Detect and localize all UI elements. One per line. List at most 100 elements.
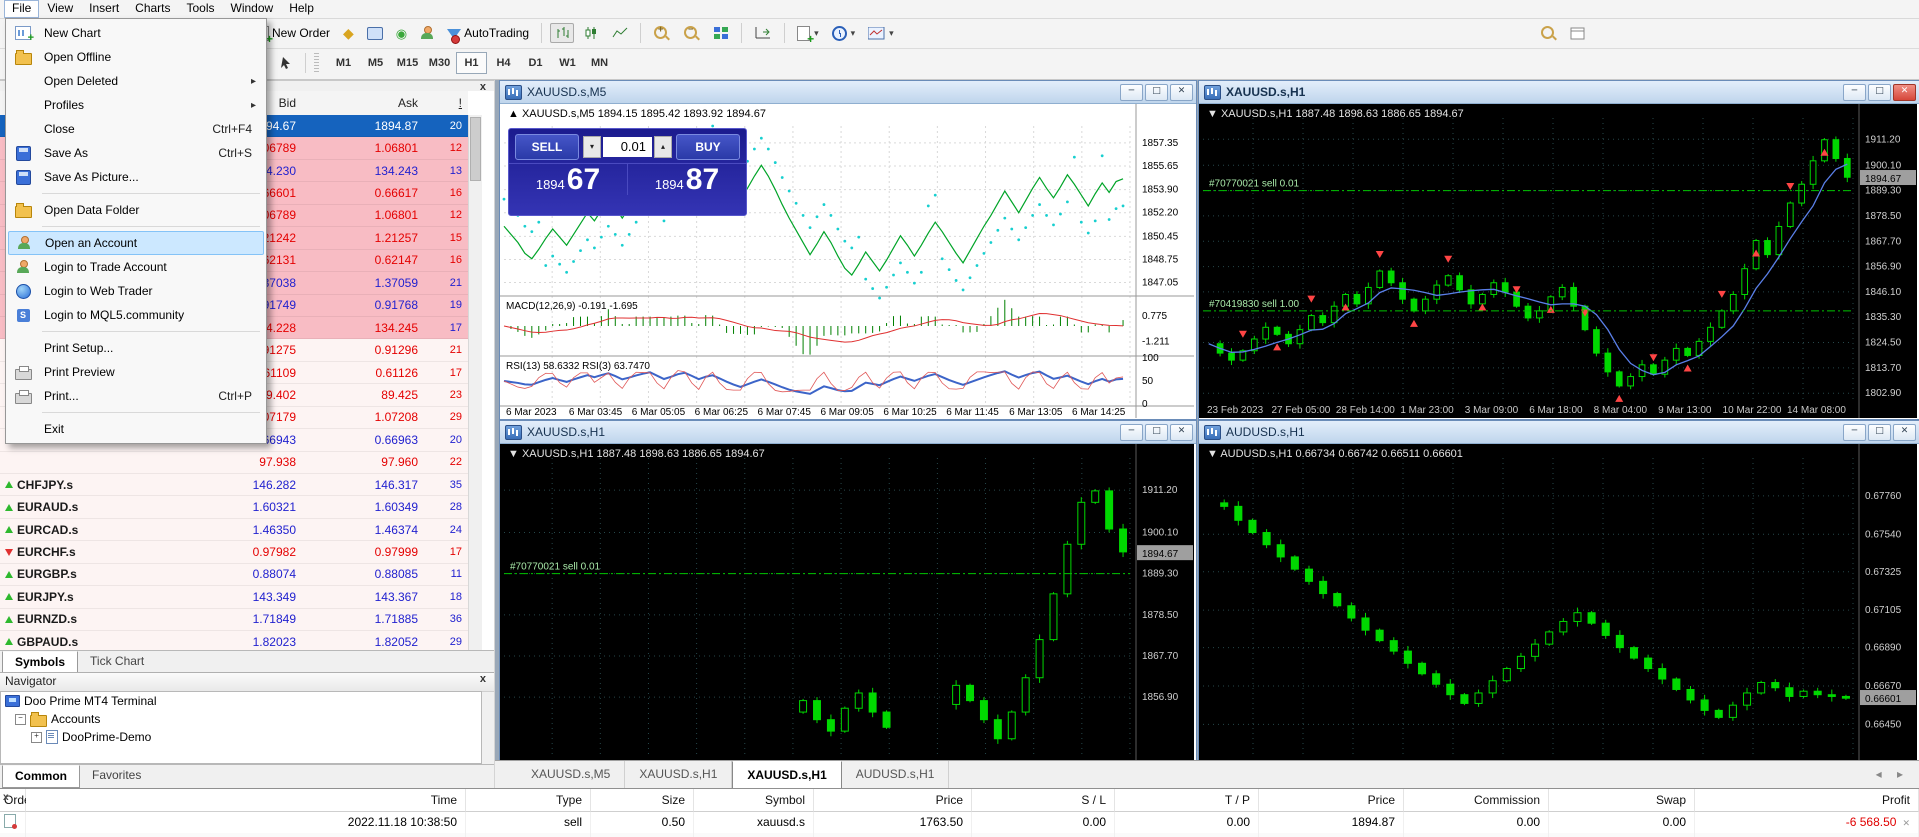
timeframe-d1[interactable]: D1 (520, 52, 551, 74)
timeframe-w1[interactable]: W1 (552, 52, 583, 74)
menu-help[interactable]: Help (281, 0, 322, 18)
zoom-in-button[interactable]: + (649, 22, 674, 45)
chart-shift-button[interactable] (750, 23, 776, 43)
menu-insert[interactable]: Insert (81, 0, 127, 18)
chart-window-audusd-h1[interactable]: AUDUSD.s,H1 ─ □ ✕ 0.677600.675400.673250… (1198, 420, 1919, 762)
tree-item-accounts[interactable]: −Accounts (1, 710, 481, 728)
file-menu-item-exit[interactable]: Exit (8, 417, 264, 441)
account-settings-button[interactable] (416, 23, 438, 43)
market-watch-row[interactable]: EURNZD.s1.718491.7188536 (0, 609, 468, 631)
market-watch-button[interactable]: ◆ (339, 23, 358, 43)
timeframe-m30[interactable]: M30 (424, 52, 455, 74)
market-watch-scrollbar[interactable] (468, 115, 482, 651)
terminal-order-row-partial[interactable] (0, 833, 1919, 837)
tab-favorites[interactable]: Favorites (80, 765, 153, 788)
autotrading-button[interactable]: AutoTrading (443, 23, 533, 43)
minimize-button[interactable]: ─ (1120, 84, 1143, 101)
templates-button[interactable]: ▾ (864, 24, 898, 43)
chart-window-xauusd-h1-top[interactable]: XAUUSD.s,H1 ─ □ ✕ 1911.201900.101889.301… (1198, 80, 1919, 420)
column-header-ask[interactable]: Ask (308, 96, 430, 110)
menu-view[interactable]: View (39, 0, 81, 18)
buy-button[interactable]: BUY (676, 134, 740, 160)
market-watch-row[interactable]: CHFJPY.s146.282146.31735 (0, 474, 468, 496)
toolbar-grip[interactable] (314, 53, 319, 73)
data-window-button[interactable] (363, 23, 387, 43)
zoom-out-button[interactable]: − (679, 22, 704, 45)
file-menu-item-login-to-trade-account[interactable]: Login to Trade Account (8, 255, 264, 279)
menu-file[interactable]: File (4, 0, 39, 18)
close-icon[interactable]: x (480, 81, 486, 93)
chart-tab-2[interactable]: XAUUSD.s,H1 (732, 761, 841, 789)
file-menu-item-print-preview[interactable]: Print Preview (8, 360, 264, 384)
expand-icon[interactable]: + (31, 732, 42, 743)
chart-canvas-xauusd-h1[interactable]: 1911.201900.101889.301878.501867.701856.… (1199, 104, 1917, 418)
timeframe-m1[interactable]: M1 (328, 52, 359, 74)
terminal-column-profit[interactable]: Profit (1695, 789, 1919, 812)
chart-window-titlebar[interactable]: XAUUSD.s,H1 ─ □ ✕ (500, 421, 1196, 444)
restore-button[interactable]: □ (1868, 84, 1891, 101)
file-menu-item-open-offline[interactable]: Open Offline (8, 45, 264, 69)
restore-button[interactable]: □ (1145, 424, 1168, 441)
volume-input[interactable]: 0.01 (603, 137, 652, 157)
file-menu-item-print-setup[interactable]: Print Setup... (8, 336, 264, 360)
file-menu-item-open-data-folder[interactable]: Open Data Folder (8, 198, 264, 222)
restore-button[interactable]: □ (1868, 424, 1891, 441)
terminal-column-price[interactable]: Price (1259, 789, 1404, 812)
file-menu-item-login-to-mql5-community[interactable]: SLogin to MQL5.community (8, 303, 264, 327)
window-list-button[interactable] (1566, 24, 1589, 43)
terminal-column-symbol[interactable]: Symbol (694, 789, 814, 812)
collapse-icon[interactable]: − (15, 714, 26, 725)
market-watch-row[interactable]: EURCAD.s1.463501.4637424 (0, 519, 468, 541)
chart-canvas-xauusd-h1-2[interactable]: 1911.201900.101889.301878.501867.701856.… (500, 444, 1194, 760)
terminal-column-commission[interactable]: Commission (1404, 789, 1549, 812)
menu-window[interactable]: Window (223, 0, 282, 18)
file-menu-item-profiles[interactable]: Profiles▸ (8, 93, 264, 117)
timeframe-mn[interactable]: MN (584, 52, 615, 74)
chart-window-titlebar[interactable]: AUDUSD.s,H1 ─ □ ✕ (1199, 421, 1919, 444)
signals-button[interactable]: ◉ (392, 24, 411, 43)
file-menu-item-open-deleted[interactable]: Open Deleted▸ (8, 69, 264, 93)
chart-tab-0[interactable]: XAUUSD.s,M5 (517, 761, 625, 789)
terminal-column-s-l[interactable]: S / L (972, 789, 1115, 812)
volume-increase-button[interactable]: ▴ (654, 136, 672, 158)
minimize-button[interactable]: ─ (1843, 84, 1866, 101)
bar-chart-mode-button[interactable] (550, 23, 574, 43)
file-menu-item-close[interactable]: CloseCtrl+F4 (8, 117, 264, 141)
buy-price[interactable]: 1894 87 (628, 163, 746, 195)
tree-item-doo-prime-mt4-terminal[interactable]: Doo Prime MT4 Terminal (1, 692, 481, 710)
column-header-spread[interactable]: ! (430, 96, 470, 110)
close-button[interactable]: ✕ (1893, 424, 1916, 441)
chart-window-titlebar[interactable]: XAUUSD.s,M5 ─ □ ✕ (500, 81, 1196, 104)
market-watch-row[interactable]: EURCHF.s0.979820.9799917 (0, 541, 468, 563)
minimize-button[interactable]: ─ (1120, 424, 1143, 441)
terminal-column-time[interactable]: Time (26, 789, 466, 812)
terminal-column-t-p[interactable]: T / P (1115, 789, 1259, 812)
sell-price[interactable]: 1894 67 (509, 163, 628, 195)
candlestick-mode-button[interactable] (579, 23, 603, 43)
scrollbar-thumb[interactable] (470, 117, 481, 181)
market-watch-row[interactable]: 97.93897.96022 (0, 452, 468, 474)
close-icon[interactable]: x (480, 673, 486, 685)
timeframe-h4[interactable]: H4 (488, 52, 519, 74)
file-menu-item-open-an-account[interactable]: Open an Account (8, 231, 264, 255)
cursor-tool-button[interactable] (276, 53, 297, 73)
file-menu-item-new-chart[interactable]: New Chart (8, 21, 264, 45)
terminal-column-size[interactable]: Size (591, 789, 694, 812)
file-menu-item-save-as[interactable]: Save AsCtrl+S (8, 141, 264, 165)
menu-charts[interactable]: Charts (127, 0, 178, 18)
timeframe-m5[interactable]: M5 (360, 52, 391, 74)
search-button[interactable] (1536, 22, 1561, 45)
market-watch-row[interactable]: EURJPY.s143.349143.36718 (0, 586, 468, 608)
tab-scroll-arrows[interactable]: ◂ ▸ (1876, 761, 1919, 789)
close-button[interactable]: ✕ (1893, 84, 1916, 101)
terminal-order-row[interactable]: 650198042022.11.18 10:38:50sell0.50xauus… (0, 812, 1919, 833)
close-button[interactable]: ✕ (1170, 84, 1193, 101)
chart-window-titlebar[interactable]: XAUUSD.s,H1 ─ □ ✕ (1199, 81, 1919, 104)
tree-item-dooprime-demo[interactable]: +DooPrime-Demo (1, 728, 481, 746)
periods-button[interactable]: ▾ (828, 23, 860, 44)
terminal-column-price[interactable]: Price (814, 789, 972, 812)
indicators-button[interactable]: ▾ (793, 23, 823, 44)
market-watch-row[interactable]: EURAUD.s1.603211.6034928 (0, 496, 468, 518)
tab-common[interactable]: Common (2, 765, 80, 788)
terminal-column-swap[interactable]: Swap (1549, 789, 1695, 812)
